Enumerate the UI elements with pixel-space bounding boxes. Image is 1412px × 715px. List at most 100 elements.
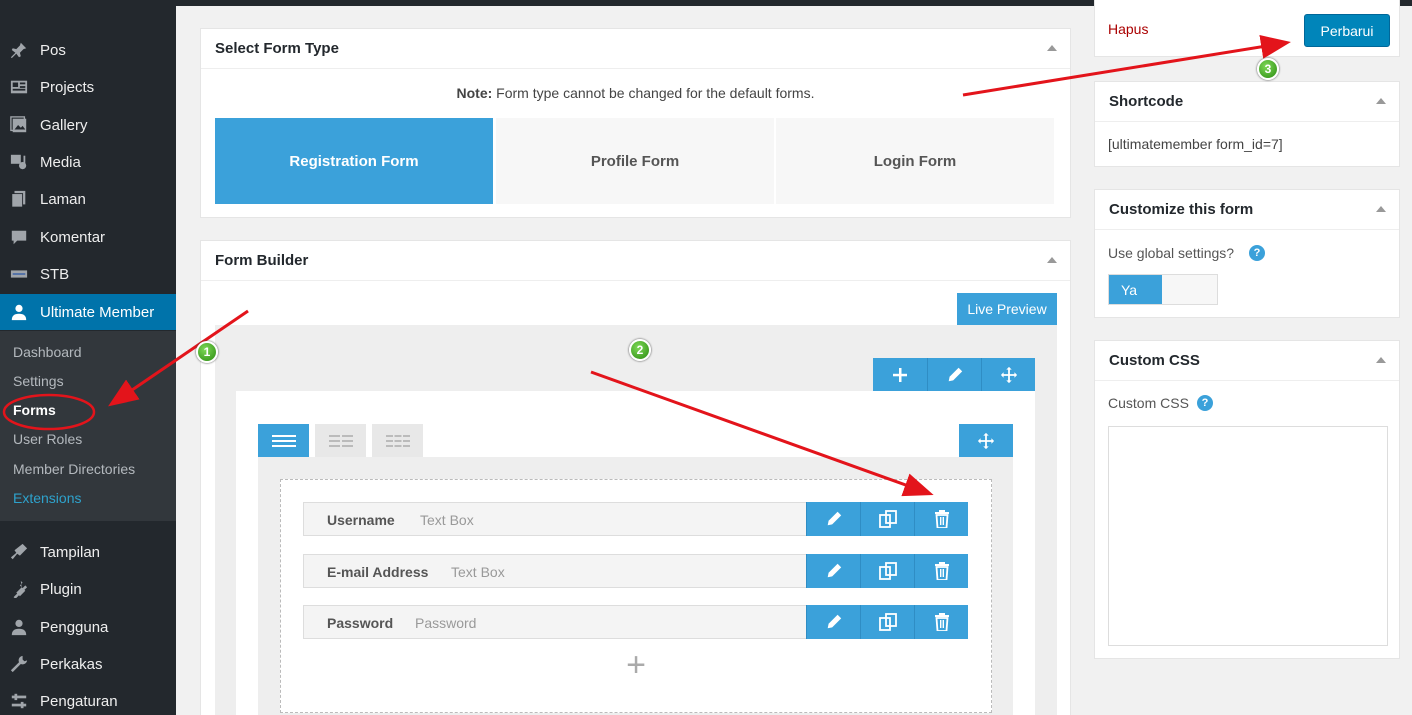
custom-css-panel: Custom CSS Custom CSS ? — [1094, 340, 1400, 659]
portfolio-icon — [9, 77, 29, 97]
panel-header[interactable]: Select Form Type — [201, 29, 1070, 69]
move-icon — [977, 432, 995, 449]
panel-header[interactable]: Customize this form — [1095, 190, 1399, 230]
delete-field-button[interactable] — [914, 605, 968, 639]
note-label: Note: — [456, 85, 493, 101]
edit-row-button[interactable] — [927, 358, 981, 391]
submenu-member-directories[interactable]: Member Directories — [13, 461, 135, 477]
duplicate-field-button[interactable] — [860, 502, 914, 536]
menu-label: Laman — [40, 190, 86, 208]
appearance-icon — [9, 542, 29, 562]
panel-title: Customize this form — [1109, 201, 1254, 218]
duplicate-icon — [878, 613, 897, 631]
submenu-extensions[interactable]: Extensions — [13, 490, 81, 506]
menu-item-stb[interactable]: STB — [0, 256, 176, 292]
menu-item-settings[interactable]: Pengaturan — [0, 683, 176, 715]
menu-label: Plugin — [40, 580, 82, 598]
menu-item-projects[interactable]: Projects — [0, 69, 176, 105]
field-row-username[interactable]: Username Text Box — [303, 502, 968, 536]
duplicate-field-button[interactable] — [860, 605, 914, 639]
layout-one-column-tab[interactable] — [258, 424, 309, 457]
field-row-password[interactable]: Password Password — [303, 605, 968, 639]
field-label: Username — [327, 512, 395, 528]
row-toolbar — [873, 358, 1035, 391]
collapse-icon[interactable] — [1376, 206, 1386, 212]
menu-item-media[interactable]: Media — [0, 144, 176, 180]
ultimate-member-submenu: Dashboard Settings Forms User Roles Memb… — [0, 331, 176, 521]
menu-item-users[interactable]: Pengguna — [0, 609, 176, 645]
submenu-dashboard[interactable]: Dashboard — [13, 344, 82, 360]
help-icon[interactable]: ? — [1249, 245, 1265, 261]
menu-item-appearance[interactable]: Tampilan — [0, 534, 176, 570]
login-form-tab[interactable]: Login Form — [776, 118, 1054, 204]
field-row-email[interactable]: E-mail Address Text Box — [303, 554, 968, 588]
menu-item-tools[interactable]: Perkakas — [0, 646, 176, 682]
form-type-note: Note: Form type cannot be changed for th… — [201, 85, 1070, 101]
field-type: Password — [415, 615, 477, 631]
plus-icon — [893, 367, 907, 382]
submenu-settings[interactable]: Settings — [13, 373, 64, 389]
panel-header[interactable]: Custom CSS — [1095, 341, 1399, 381]
collapse-icon[interactable] — [1376, 98, 1386, 104]
submenu-user-roles[interactable]: User Roles — [13, 431, 82, 447]
registration-form-tab[interactable]: Registration Form — [215, 118, 493, 204]
field-label: Password — [327, 615, 394, 631]
panel-header[interactable]: Shortcode — [1095, 82, 1399, 122]
menu-item-posts[interactable]: Pos — [0, 32, 176, 68]
one-column-icon — [271, 434, 296, 447]
user-icon — [9, 302, 29, 322]
edit-field-button[interactable] — [806, 554, 860, 588]
media-icon — [9, 152, 29, 172]
toggle-on: Ya — [1109, 275, 1162, 304]
form-builder-panel: Form Builder Live Preview Username Text … — [200, 240, 1071, 715]
duplicate-field-button[interactable] — [860, 554, 914, 588]
layout-three-column-tab[interactable] — [372, 424, 423, 457]
collapse-icon[interactable] — [1047, 257, 1057, 263]
global-settings-toggle[interactable]: Ya — [1108, 274, 1218, 305]
update-button[interactable]: Perbarui — [1304, 14, 1390, 47]
field-actions — [806, 554, 968, 588]
panel-title: Select Form Type — [215, 40, 339, 57]
panel-header[interactable]: Form Builder — [201, 241, 1070, 281]
pages-icon — [9, 189, 29, 209]
move-row-button[interactable] — [981, 358, 1035, 391]
menu-label: Projects — [40, 78, 95, 96]
menu-label: Perkakas — [40, 655, 103, 673]
submenu-forms[interactable]: Forms — [13, 402, 56, 418]
field-actions — [806, 502, 968, 536]
edit-field-button[interactable] — [806, 502, 860, 536]
edit-field-button[interactable] — [806, 605, 860, 639]
field-type: Text Box — [420, 512, 474, 528]
move-icon — [1000, 366, 1017, 383]
help-icon[interactable]: ? — [1197, 395, 1213, 411]
shortcode-panel: Shortcode [ultimatemember form_id=7] — [1094, 81, 1400, 167]
delete-field-button[interactable] — [914, 554, 968, 588]
add-field-button[interactable]: + — [622, 648, 650, 682]
delete-link[interactable]: Hapus — [1108, 21, 1148, 37]
menu-item-ultimate-member[interactable]: Ultimate Member — [0, 294, 176, 330]
layout-two-column-tab[interactable] — [315, 424, 366, 457]
delete-field-button[interactable] — [914, 502, 968, 536]
live-preview-button[interactable]: Live Preview — [957, 293, 1057, 325]
collapse-icon[interactable] — [1047, 45, 1057, 51]
profile-form-tab[interactable]: Profile Form — [496, 118, 774, 204]
menu-item-plugins[interactable]: Plugin — [0, 571, 176, 607]
menu-item-gallery[interactable]: Gallery — [0, 107, 176, 143]
menu-label: Pengguna — [40, 618, 109, 636]
duplicate-icon — [878, 562, 897, 580]
plugin-icon — [9, 579, 29, 599]
move-column-button[interactable] — [959, 424, 1013, 457]
panel-title: Shortcode — [1109, 93, 1184, 110]
custom-css-label: Custom CSS — [1108, 395, 1189, 411]
menu-item-pages[interactable]: Laman — [0, 181, 176, 217]
custom-css-textarea[interactable] — [1108, 426, 1388, 646]
annotation-badge-2: 2 — [629, 339, 651, 361]
tools-icon — [9, 654, 29, 674]
menu-item-comments[interactable]: Komentar — [0, 219, 176, 255]
select-form-type-panel: Select Form Type Note: Form type cannot … — [200, 28, 1071, 218]
annotation-badge-3: 3 — [1257, 58, 1279, 80]
shortcode-value[interactable]: [ultimatemember form_id=7] — [1108, 136, 1283, 152]
add-row-button[interactable] — [873, 358, 927, 391]
panel-title: Form Builder — [215, 252, 309, 269]
collapse-icon[interactable] — [1376, 357, 1386, 363]
